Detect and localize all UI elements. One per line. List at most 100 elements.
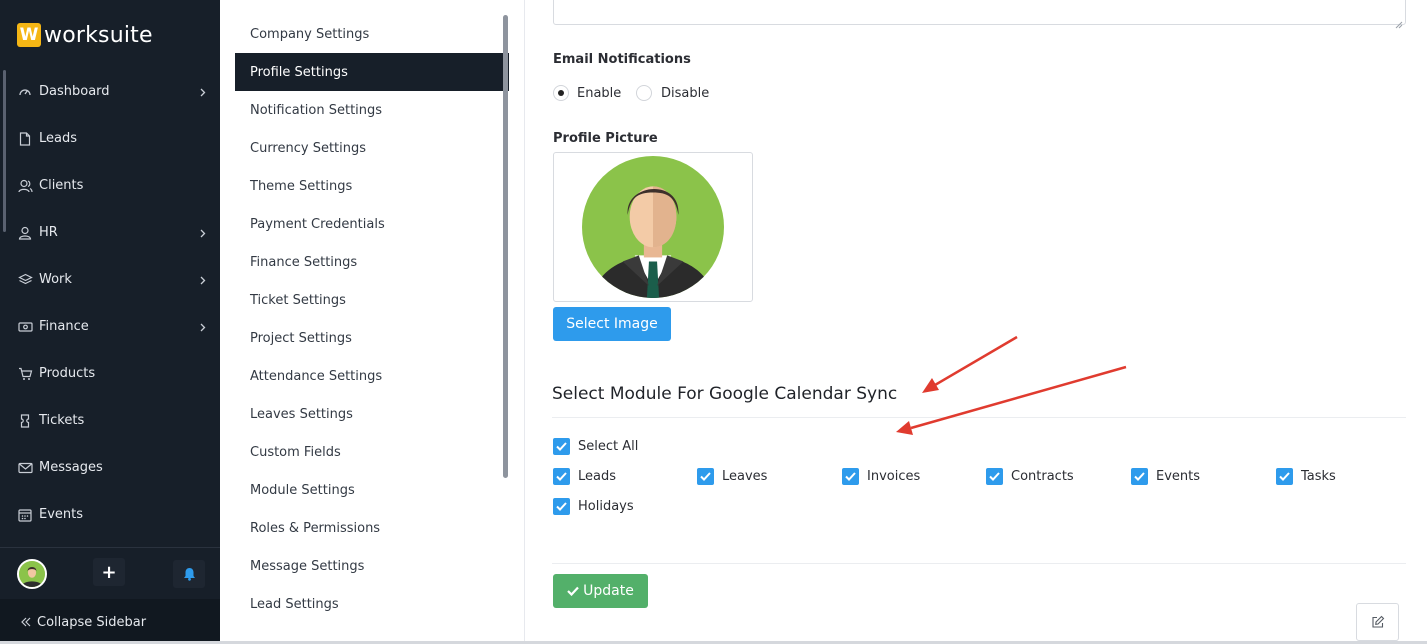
checkbox-checked-icon xyxy=(553,438,570,455)
select-all-label: Select All xyxy=(578,439,639,454)
cart-icon xyxy=(17,366,33,382)
sidebar-item-messages[interactable]: Messages xyxy=(0,444,220,491)
chevron-right-icon xyxy=(198,86,208,98)
module-label: Tasks xyxy=(1301,469,1336,484)
address-textarea[interactable] xyxy=(553,0,1406,29)
checkbox-checked-icon xyxy=(697,468,714,485)
form-actions-divider xyxy=(552,563,1406,564)
sidebar-item-label: HR xyxy=(39,225,58,240)
settings-item-finance[interactable]: Finance Settings xyxy=(235,243,509,281)
update-button[interactable]: Update xyxy=(553,574,648,608)
avatar-image xyxy=(582,156,724,298)
sidebar-item-label: Leads xyxy=(39,131,78,146)
dashboard-icon xyxy=(17,84,33,100)
add-button[interactable]: + xyxy=(93,558,125,586)
checkbox-checked-icon xyxy=(1276,468,1293,485)
notifications-button[interactable] xyxy=(173,560,205,588)
logo-mark: W xyxy=(17,23,41,47)
check-icon xyxy=(567,586,579,596)
email-notifications-label: Email Notifications xyxy=(553,52,691,67)
sidebar-item-clients[interactable]: Clients xyxy=(0,162,220,209)
settings-item-currency[interactable]: Currency Settings xyxy=(235,129,509,167)
sidebar-item-finance[interactable]: Finance xyxy=(0,303,220,350)
settings-item-custom-fields[interactable]: Custom Fields xyxy=(235,433,509,471)
users-icon xyxy=(17,178,33,194)
settings-menu: Company Settings Profile Settings Notifi… xyxy=(220,0,525,644)
sidebar-nav: Dashboard Leads Clients HR Work Finance xyxy=(0,68,220,538)
profile-settings-form: Email Notifications Enable Disable Profi… xyxy=(525,0,1427,644)
collapse-sidebar-button[interactable]: Collapse Sidebar xyxy=(0,599,220,644)
email-disable-radio[interactable] xyxy=(636,85,652,101)
floating-edit-button[interactable] xyxy=(1356,603,1399,641)
resize-grip-icon[interactable] xyxy=(1395,14,1403,29)
envelope-icon xyxy=(17,460,33,476)
module-label: Invoices xyxy=(867,469,921,484)
module-checkbox-invoices[interactable]: Invoices xyxy=(842,468,920,485)
settings-item-roles-permissions[interactable]: Roles & Permissions xyxy=(235,509,509,547)
calendar-icon xyxy=(17,507,33,523)
settings-item-payment-credentials[interactable]: Payment Credentials xyxy=(235,205,509,243)
annotation-arrow xyxy=(922,335,1018,393)
select-all-checkbox[interactable]: Select All xyxy=(553,438,638,455)
sidebar-item-label: Dashboard xyxy=(39,84,110,99)
double-chevron-left-icon xyxy=(20,616,32,628)
sidebar-item-work[interactable]: Work xyxy=(0,256,220,303)
bell-icon xyxy=(183,567,196,581)
settings-item-notification[interactable]: Notification Settings xyxy=(235,91,509,129)
module-checkbox-leaves[interactable]: Leaves xyxy=(697,468,767,485)
brand-logo[interactable]: W worksuite xyxy=(17,22,153,48)
collapse-label: Collapse Sidebar xyxy=(37,614,147,630)
checkbox-checked-icon xyxy=(553,498,570,515)
module-label: Contracts xyxy=(1011,469,1074,484)
chevron-right-icon xyxy=(198,274,208,286)
settings-item-message[interactable]: Message Settings xyxy=(235,547,509,585)
settings-item-theme[interactable]: Theme Settings xyxy=(235,167,509,205)
profile-picture-label: Profile Picture xyxy=(553,131,658,146)
settings-item-profile[interactable]: Profile Settings xyxy=(235,53,509,91)
sidebar-item-tickets[interactable]: Tickets xyxy=(0,397,220,444)
checkbox-checked-icon xyxy=(986,468,1003,485)
avatar[interactable] xyxy=(17,559,47,589)
module-label: Events xyxy=(1156,469,1201,484)
email-disable-label[interactable]: Disable xyxy=(661,86,709,101)
file-icon xyxy=(17,131,33,147)
calendar-sync-title: Select Module For Google Calendar Sync xyxy=(552,384,898,404)
email-enable-label[interactable]: Enable xyxy=(577,86,621,101)
module-checkbox-contracts[interactable]: Contracts xyxy=(986,468,1074,485)
layers-icon xyxy=(17,272,33,288)
module-checkbox-holidays[interactable]: Holidays xyxy=(553,498,634,515)
settings-item-attendance[interactable]: Attendance Settings xyxy=(235,357,509,395)
module-label: Leaves xyxy=(722,469,768,484)
sidebar-item-products[interactable]: Products xyxy=(0,350,220,397)
settings-item-lead[interactable]: Lead Settings xyxy=(235,585,509,623)
sidebar-item-events[interactable]: Events xyxy=(0,491,220,538)
sidebar-item-label: Events xyxy=(39,507,84,522)
chevron-right-icon xyxy=(198,227,208,239)
sidebar-footer: + Collapse Sidebar xyxy=(0,547,220,644)
checkbox-checked-icon xyxy=(553,468,570,485)
settings-menu-scrollbar[interactable] xyxy=(503,15,508,478)
settings-item-leaves[interactable]: Leaves Settings xyxy=(235,395,509,433)
profile-picture-preview xyxy=(553,152,753,302)
settings-item-project[interactable]: Project Settings xyxy=(235,319,509,357)
chevron-right-icon xyxy=(198,321,208,333)
module-checkbox-tasks[interactable]: Tasks xyxy=(1276,468,1336,485)
module-checkbox-events[interactable]: Events xyxy=(1131,468,1200,485)
module-checkbox-leads[interactable]: Leads xyxy=(553,468,616,485)
money-icon xyxy=(17,319,33,335)
select-image-button[interactable]: Select Image xyxy=(553,307,671,341)
sidebar-item-leads[interactable]: Leads xyxy=(0,115,220,162)
settings-item-module[interactable]: Module Settings xyxy=(235,471,509,509)
module-label: Leads xyxy=(578,469,617,484)
sidebar-item-label: Clients xyxy=(39,178,84,193)
annotation-arrow xyxy=(896,365,1127,435)
ticket-icon xyxy=(17,413,33,429)
user-icon xyxy=(17,225,33,241)
settings-item-ticket[interactable]: Ticket Settings xyxy=(235,281,509,319)
sidebar-item-label: Tickets xyxy=(39,413,85,428)
email-enable-radio[interactable] xyxy=(553,85,569,101)
sidebar-item-hr[interactable]: HR xyxy=(0,209,220,256)
settings-item-company[interactable]: Company Settings xyxy=(235,15,509,53)
sidebar-item-dashboard[interactable]: Dashboard xyxy=(0,68,220,115)
update-label: Update xyxy=(583,583,634,599)
